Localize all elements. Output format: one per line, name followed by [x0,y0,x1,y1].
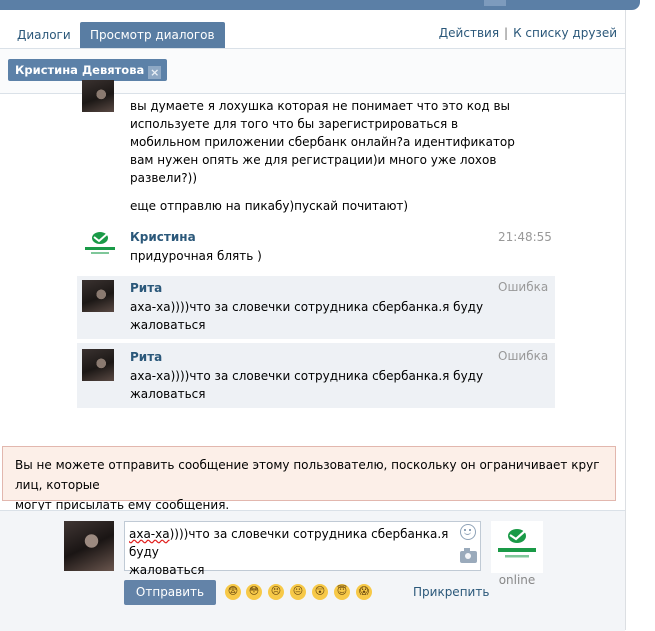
recipient-chip[interactable]: Кристина Девятова × [8,59,168,81]
smile-icon[interactable] [460,524,476,540]
my-avatar[interactable] [64,521,114,571]
message-history[interactable]: вы думаете я лохушка которая не понимает… [0,80,625,414]
emoji-icon[interactable]: 😇 [334,584,350,600]
emoji-icon[interactable]: 😲 [312,584,328,600]
recipient-avatar-sberbank-logo[interactable] [491,521,543,573]
warning-line: Вы не можете отправить сообщение этому п… [15,458,600,492]
message-line: жаловаться [130,318,206,332]
message-line: вы думаете я лохушка которая не понимает… [130,99,510,113]
recipient-name: Кристина Девятова [15,63,145,77]
message-author[interactable]: Рита [130,281,162,295]
message-text: придурочная блять ) [130,249,262,263]
message-text: вы думаете я лохушка которая не понимает… [130,97,515,187]
links-separator: | [504,26,509,40]
page-right-border [625,10,626,630]
message-author[interactable]: Кристина [130,230,196,244]
emoji-icon[interactable]: 😳 [246,584,262,600]
emoji-icon[interactable]: 😨 [225,584,241,600]
misspelled-word: аха-ха [129,527,170,541]
input-text-line2: жаловаться [129,563,205,577]
message-line: аха-ха))))что за словечки сотрудника сбе… [130,369,484,383]
sberbank-logo-icon[interactable] [82,229,118,259]
message-author[interactable]: Рита [130,350,162,364]
camera-icon[interactable] [460,548,477,563]
message-line: мобильном приложении сбербанк онлайн?а и… [130,135,515,149]
online-status: online [498,573,536,587]
header-menu-nub[interactable] [484,0,506,6]
actions-link[interactable]: Действия [439,26,499,40]
input-text: ))))что за словечки сотрудника сбербанка… [129,527,449,559]
message-time[interactable]: 21:48:55 [498,230,552,244]
top-header-bar [0,0,640,10]
top-links: Действия | К списку друзей [439,26,617,40]
emoji-icon[interactable]: 😣 [268,584,284,600]
message-composer: аха-ха))))что за словечки сотрудника сбе… [0,510,625,631]
privacy-warning: Вы не можете отправить сообщение этому п… [2,446,616,512]
message-line: вам нужен опять же для регистрации)и мно… [130,153,497,167]
tab-view-dialogs[interactable]: Просмотр диалогов [80,22,225,48]
attach-link[interactable]: Прикрепить [413,585,489,599]
message-line: развели?)) [130,171,198,185]
message-text: аха-ха))))что за словечки сотрудника сбе… [130,298,483,334]
avatar[interactable] [82,280,114,312]
error-status: Ошибка [498,349,549,363]
message-line: жаловаться [130,387,206,401]
send-button[interactable]: Отправить [124,580,216,605]
message-line: используете для того что бы зарегистриро… [130,117,459,131]
error-status: Ошибка [498,280,549,294]
avatar[interactable] [82,349,114,381]
message-line: аха-ха))))что за словечки сотрудника сбе… [130,300,484,314]
message-text: еще отправлю на пикабу)пускай почитают) [130,199,409,213]
emoji-icon[interactable]: 😱 [356,584,372,600]
tab-dialogs[interactable]: Диалоги [7,22,81,48]
message-text: аха-ха))))что за словечки сотрудника сбе… [130,367,483,403]
close-icon[interactable]: × [148,66,162,79]
message-input[interactable]: аха-ха))))что за словечки сотрудника сбе… [124,521,481,577]
friends-list-link[interactable]: К списку друзей [513,26,617,40]
emoji-icon[interactable]: 😐 [290,584,306,600]
avatar[interactable] [82,80,114,112]
